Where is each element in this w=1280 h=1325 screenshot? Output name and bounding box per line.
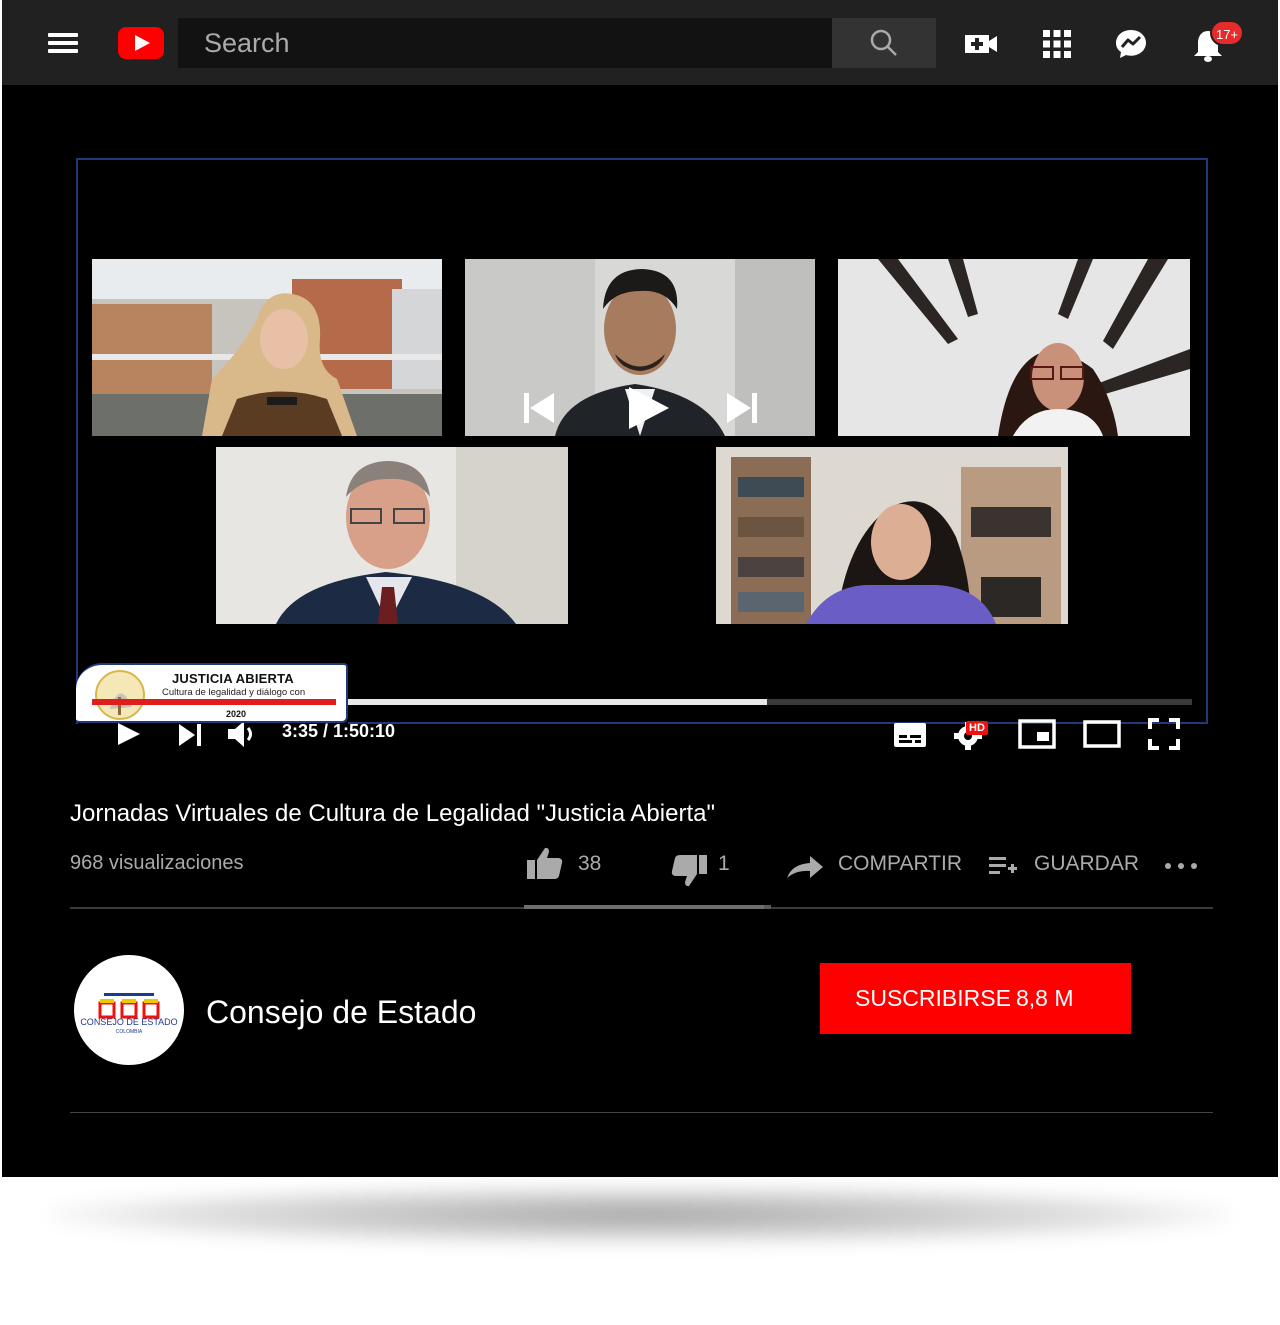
top-bar: 17+ xyxy=(2,0,1278,85)
participant-tile-5 xyxy=(716,447,1068,624)
participant-tile-3 xyxy=(838,259,1190,436)
dislike-button[interactable]: 1 xyxy=(670,840,750,890)
previous-video-icon[interactable] xyxy=(520,389,558,427)
youtube-logo[interactable] xyxy=(118,27,164,59)
share-icon xyxy=(787,856,823,878)
thumbs-down-icon xyxy=(671,855,707,887)
video-frame-border-bottom xyxy=(348,722,1208,724)
channel-avatar[interactable]: CONSEJO DE ESTADO COLOMBIA xyxy=(74,955,184,1065)
hd-badge: HD xyxy=(966,721,988,735)
subscribe-button[interactable]: SUSCRIBIRSE 8,8 M xyxy=(820,963,1131,1034)
like-button[interactable]: 38 xyxy=(526,840,616,890)
justicia-abierta-logo xyxy=(95,670,145,720)
like-count: 38 xyxy=(578,852,602,875)
menu-icon[interactable] xyxy=(48,33,78,53)
time-display: 3:35 / 1:50:10 xyxy=(282,721,396,741)
dislike-count: 1 xyxy=(718,852,730,875)
create-video-icon[interactable] xyxy=(963,26,999,62)
share-button[interactable]: COMPARTIR xyxy=(786,840,962,890)
card-title: JUSTICIA ABIERTA xyxy=(172,671,294,686)
apps-grid-icon[interactable] xyxy=(1039,26,1075,62)
subscriber-count: 8,8 M xyxy=(1016,985,1074,1011)
play-icon[interactable] xyxy=(114,719,144,749)
card-year: 2020 xyxy=(226,709,247,719)
page-shadow xyxy=(50,1185,1230,1245)
progress-marker xyxy=(92,699,336,705)
more-options-icon[interactable] xyxy=(1164,860,1198,872)
center-play-icon[interactable] xyxy=(623,383,673,433)
divider-bottom xyxy=(70,1112,1213,1113)
search-input[interactable] xyxy=(178,18,832,68)
participant-tile-4 xyxy=(216,447,568,624)
video-title: Jornadas Virtuales de Cultura de Legalid… xyxy=(70,800,715,827)
like-ratio-fill xyxy=(524,905,764,909)
justicia-abierta-card: JUSTICIA ABIERTA Cultura de legalidad y … xyxy=(76,663,348,723)
participant-tile-1 xyxy=(92,259,442,436)
view-count: 968 visualizaciones xyxy=(70,852,244,874)
progress-bar[interactable] xyxy=(248,699,1192,705)
youtube-app: 17+ xyxy=(2,0,1278,1177)
consejo-de-estado-logo: CONSEJO DE ESTADO COLOMBIA xyxy=(80,993,178,1035)
like-dislike-ratio-bar xyxy=(524,905,771,909)
subtitles-icon[interactable] xyxy=(893,721,927,749)
video-player[interactable]: JUSTICIA ABIERTA Cultura de legalidad y … xyxy=(68,121,1212,762)
subscribe-label: SUSCRIBIRSE xyxy=(855,985,1011,1011)
next-video-overlay-icon[interactable] xyxy=(723,389,761,427)
logo-text: CONSEJO DE ESTADO xyxy=(80,1017,177,1027)
thumbs-up-icon xyxy=(527,847,563,879)
logo-subtext: COLOMBIA xyxy=(116,1029,143,1035)
theater-mode-icon[interactable] xyxy=(1083,719,1121,749)
save-label: GUARDAR xyxy=(1034,852,1140,875)
search-icon xyxy=(870,29,897,56)
fullscreen-icon[interactable] xyxy=(1148,718,1180,750)
card-subtitle: Cultura de legalidad y diálogo con xyxy=(162,687,306,698)
notification-badge: 17+ xyxy=(1210,20,1245,46)
channel-name[interactable]: Consejo de Estado xyxy=(206,994,476,1031)
share-label: COMPARTIR xyxy=(838,852,963,875)
next-video-icon[interactable] xyxy=(176,721,204,749)
miniplayer-icon[interactable] xyxy=(1018,719,1056,749)
video-frame-border xyxy=(76,158,1208,724)
messages-icon[interactable] xyxy=(1113,26,1149,62)
save-button[interactable]: GUARDAR xyxy=(988,840,1140,890)
volume-icon[interactable] xyxy=(226,719,260,749)
search-button[interactable] xyxy=(832,18,936,68)
add-to-playlist-icon xyxy=(989,857,1017,874)
